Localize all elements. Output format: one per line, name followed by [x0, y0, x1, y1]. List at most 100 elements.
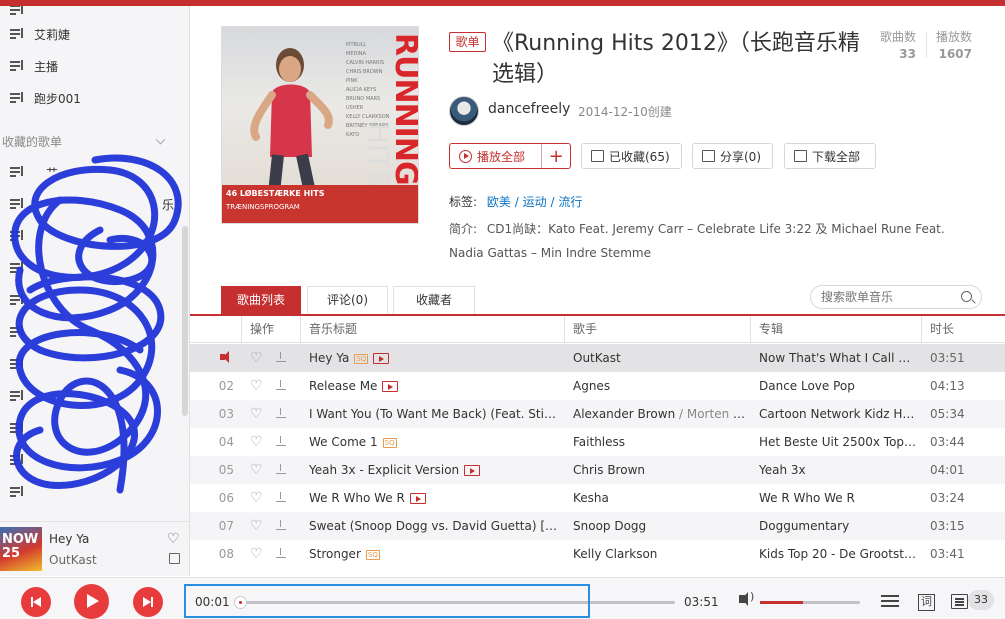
tag-link[interactable]: 欧美 [487, 195, 511, 209]
play-all-main[interactable]: 播放全部 [450, 144, 541, 168]
heart-icon[interactable]: ♡ [250, 546, 263, 562]
now-playing-artist[interactable]: OutKast [49, 553, 97, 567]
sidebar-collected-item[interactable] [0, 444, 178, 476]
download-icon[interactable] [276, 520, 286, 531]
playlist-icon [10, 262, 24, 274]
sidebar-collected-item[interactable] [0, 476, 178, 508]
artist-link[interactable]: Kesha [573, 491, 609, 505]
queue-count-badge[interactable]: 33 [968, 590, 994, 610]
album-link[interactable]: Kids Top 20 - De Grootste... [759, 540, 917, 568]
duration: 05:34 [930, 407, 965, 421]
download-icon[interactable] [276, 352, 286, 363]
mv-icon[interactable] [409, 493, 426, 504]
album-link[interactable]: Het Beste Uit 2500x Top 40 [759, 428, 917, 456]
play-mode-list-icon[interactable] [881, 595, 899, 608]
sidebar-playlist-item[interactable]: 主播 [0, 50, 178, 82]
tag-link[interactable]: 流行 [558, 195, 582, 209]
heart-icon[interactable]: ♡ [167, 531, 180, 547]
sidebar-scrollbar[interactable] [182, 226, 188, 416]
tag-link[interactable]: 运动 [523, 195, 547, 209]
search-input[interactable] [821, 286, 961, 308]
share-button[interactable]: 分享(0) [692, 143, 773, 169]
lyric-toggle-icon[interactable]: 词 [918, 594, 935, 611]
mv-icon[interactable] [373, 353, 390, 364]
table-row[interactable]: ♡ Hey Ya SQ OutKast Now That's What I Call M… [190, 344, 1005, 372]
collected-playlists-header[interactable]: 收藏的歌单 [0, 130, 178, 152]
album-link[interactable]: Doggumentary [759, 512, 917, 540]
artist-link[interactable]: OutKast [573, 351, 621, 365]
mv-icon[interactable] [382, 381, 399, 392]
table-row[interactable]: 06 ♡ We R Who We R Kesha We R Who We R 03:24 [190, 484, 1005, 512]
play-all-button[interactable]: 播放全部 + [449, 143, 571, 169]
previous-track-button[interactable] [21, 587, 51, 617]
download-icon[interactable] [276, 408, 286, 419]
sidebar-playlist-item[interactable]: 跑步001 [0, 82, 178, 114]
table-row[interactable]: 07 ♡ Sweat (Snoop Dogg vs. David Guetta) [… [190, 512, 1005, 540]
album-link[interactable]: Cartoon Network Kidz Hits... [759, 400, 917, 428]
album-link[interactable]: Dance Love Pop [759, 372, 917, 400]
next-track-button[interactable] [133, 587, 163, 617]
heart-icon[interactable]: ♡ [250, 462, 263, 478]
col-actions[interactable]: 操作 [241, 316, 300, 343]
tab-collectors[interactable]: 收藏者 [393, 286, 475, 314]
sidebar-collected-item[interactable]: 乐 [0, 188, 178, 220]
heart-icon[interactable]: ♡ [250, 350, 263, 366]
collect-button[interactable]: 已收藏(65) [581, 143, 682, 169]
volume-icon[interactable] [739, 590, 754, 606]
sidebar-collected-item[interactable] [0, 380, 178, 412]
sidebar-collected-item[interactable] [0, 252, 178, 284]
sidebar-collected-item[interactable] [0, 316, 178, 348]
tab-song-list[interactable]: 歌曲列表 [221, 286, 301, 314]
creator-name[interactable]: dancefreely [488, 101, 570, 117]
heart-icon[interactable]: ♡ [250, 490, 263, 506]
search-icon[interactable] [961, 291, 972, 302]
artist-link[interactable]: Chris Brown [573, 463, 645, 477]
artist-link[interactable]: Agnes [573, 379, 610, 393]
share-icon[interactable] [169, 553, 180, 564]
sidebar-collected-item[interactable] [0, 220, 178, 252]
play-button[interactable] [74, 584, 109, 619]
heart-icon[interactable]: ♡ [250, 406, 263, 422]
creator-avatar[interactable] [449, 96, 479, 126]
download-icon[interactable] [276, 492, 286, 503]
sidebar-collected-item[interactable] [0, 348, 178, 380]
queue-icon[interactable] [951, 594, 968, 609]
sidebar-playlist-item[interactable]: 艾莉婕 [0, 18, 178, 50]
table-row[interactable]: 03 ♡ I Want You (To Want Me Back) (Feat. S… [190, 400, 1005, 428]
artist-link[interactable]: Alexander Brown [573, 407, 675, 421]
col-duration[interactable]: 时长 [921, 316, 1005, 343]
heart-icon[interactable]: ♡ [250, 434, 263, 450]
table-row[interactable]: 08 ♡ Stronger SQ Kelly Clarkson Kids Top 20 -… [190, 540, 1005, 568]
download-icon[interactable] [276, 548, 286, 559]
download-all-button[interactable]: 下载全部 [784, 143, 876, 169]
table-row[interactable]: 05 ♡ Yeah 3x - Explicit Version Chris Brown… [190, 456, 1005, 484]
artist-link[interactable]: Kelly Clarkson [573, 547, 657, 561]
heart-icon[interactable]: ♡ [250, 518, 263, 534]
artist-link[interactable]: Snoop Dogg [573, 519, 646, 533]
mv-icon[interactable] [464, 465, 481, 476]
artist-link[interactable]: Faithless [573, 435, 625, 449]
add-to-queue-button[interactable]: + [541, 144, 570, 168]
volume-slider[interactable] [760, 601, 860, 604]
table-row[interactable]: 04 ♡ We Come 1 SQ Faithless Het Beste Uit 250… [190, 428, 1005, 456]
col-album[interactable]: 专辑 [750, 316, 921, 343]
sidebar-collected-item[interactable]: 艹 [0, 156, 178, 188]
artist-link-secondary[interactable]: / Morten Ha... [675, 407, 749, 421]
tab-comments[interactable]: 评论(0) [307, 286, 388, 314]
now-playing-thumbnail[interactable]: NOW 25 [0, 527, 42, 571]
heart-icon[interactable]: ♡ [250, 378, 263, 394]
playlist-search[interactable] [810, 285, 982, 309]
tags-label: 标签: [449, 195, 478, 209]
sidebar-collected-item[interactable] [0, 412, 178, 444]
col-artist[interactable]: 歌手 [564, 316, 750, 343]
download-icon[interactable] [276, 464, 286, 475]
download-icon[interactable] [276, 436, 286, 447]
table-row[interactable]: 02 ♡ Release Me Agnes Dance Love Pop 04:13 [190, 372, 1005, 400]
now-playing-mini[interactable]: NOW 25 Hey Ya OutKast ♡ [0, 521, 190, 576]
download-icon[interactable] [276, 380, 286, 391]
album-link[interactable]: Now That's What I Call Mu... [759, 344, 917, 372]
sidebar-collected-item[interactable] [0, 284, 178, 316]
col-title[interactable]: 音乐标题 [300, 316, 564, 343]
album-link[interactable]: Yeah 3x [759, 456, 917, 484]
album-link[interactable]: We R Who We R [759, 484, 917, 512]
